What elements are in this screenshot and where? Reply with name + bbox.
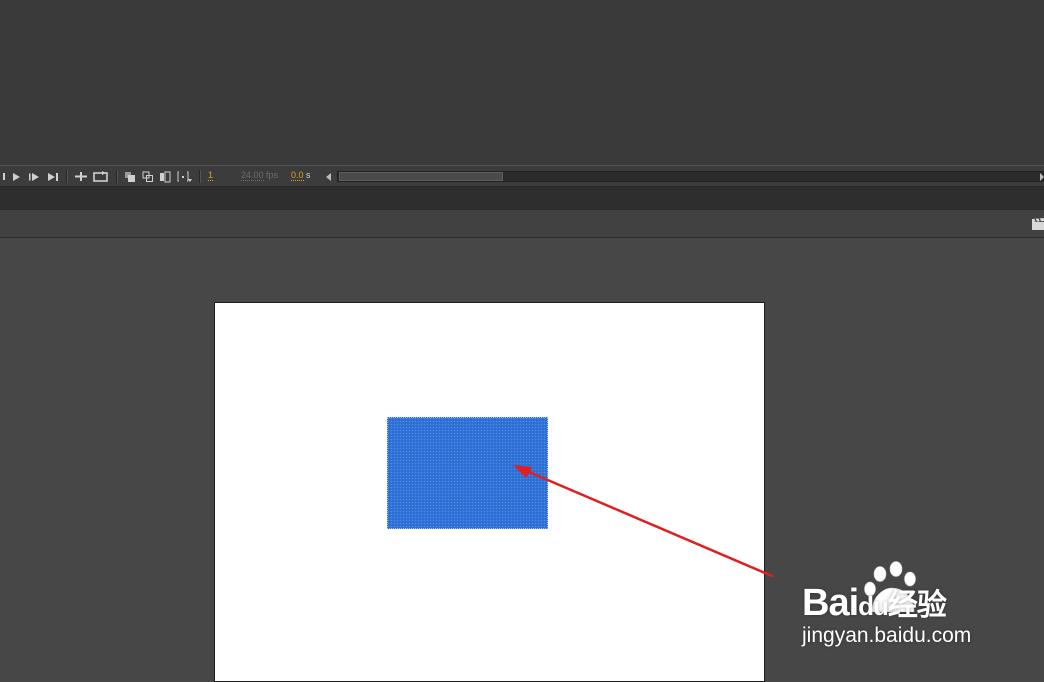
toolbar-divider	[66, 170, 67, 183]
elapsed-time-readout[interactable]: 0.0 s	[291, 170, 311, 181]
fps-unit: fps	[266, 170, 279, 180]
center-frame-button[interactable]	[73, 169, 89, 184]
scroll-left-arrow-icon[interactable]	[326, 173, 331, 181]
brand-paw-text: du	[858, 591, 889, 621]
watermark-brand: Baidu经验	[802, 580, 947, 625]
time-unit: s	[306, 170, 311, 180]
step-forward-icon	[28, 172, 39, 181]
step-forward-button[interactable]	[27, 169, 41, 184]
panel-tab-strip	[0, 187, 1044, 210]
play-icon	[13, 172, 20, 181]
edit-bar	[0, 210, 1044, 238]
loop-button[interactable]	[92, 169, 109, 184]
scroll-right-arrow-icon[interactable]	[1040, 173, 1044, 181]
play-button[interactable]	[10, 169, 22, 184]
center-frame-icon	[75, 172, 87, 181]
step-back-button[interactable]	[0, 169, 8, 184]
onion-markers-icon	[177, 171, 192, 182]
timeline-toolbar: 1 24.00 fps 0.0 s	[0, 165, 1044, 187]
modify-onion-markers-button[interactable]	[176, 169, 192, 184]
edit-scene-button[interactable]	[1032, 217, 1044, 235]
brand-left: Bai	[802, 582, 859, 624]
frame-rate-readout[interactable]: 24.00 fps	[241, 170, 279, 181]
onion-skin-icon	[125, 171, 135, 182]
selected-rectangle-shape[interactable]	[387, 417, 548, 529]
onion-skin-outlines-button[interactable]	[141, 169, 155, 184]
go-to-last-frame-button[interactable]	[46, 169, 60, 184]
step-back-icon	[3, 173, 5, 180]
time-value: 0.0	[291, 170, 304, 181]
onion-skin-button[interactable]	[123, 169, 137, 184]
toolbar-divider	[199, 170, 200, 183]
scrollbar-thumb[interactable]	[339, 172, 503, 181]
onion-outlines-icon	[142, 171, 153, 182]
clapperboard-icon	[1032, 218, 1044, 230]
loop-icon	[92, 170, 108, 182]
last-frame-icon	[47, 172, 58, 181]
current-frame-value[interactable]: 1	[208, 170, 214, 181]
timeline-panel	[0, 0, 1044, 165]
fps-value: 24.00	[241, 170, 264, 181]
edit-multiple-frames-button[interactable]	[158, 169, 172, 184]
watermark-url: jingyan.baidu.com	[802, 624, 972, 647]
brand-right: 经验	[887, 589, 947, 622]
edit-multiple-frames-icon	[160, 171, 171, 182]
toolbar-divider	[116, 170, 117, 183]
timeline-horizontal-scrollbar[interactable]	[323, 170, 1044, 183]
baidu-jingyan-watermark: Baidu经验 jingyan.baidu.com	[800, 560, 1000, 660]
